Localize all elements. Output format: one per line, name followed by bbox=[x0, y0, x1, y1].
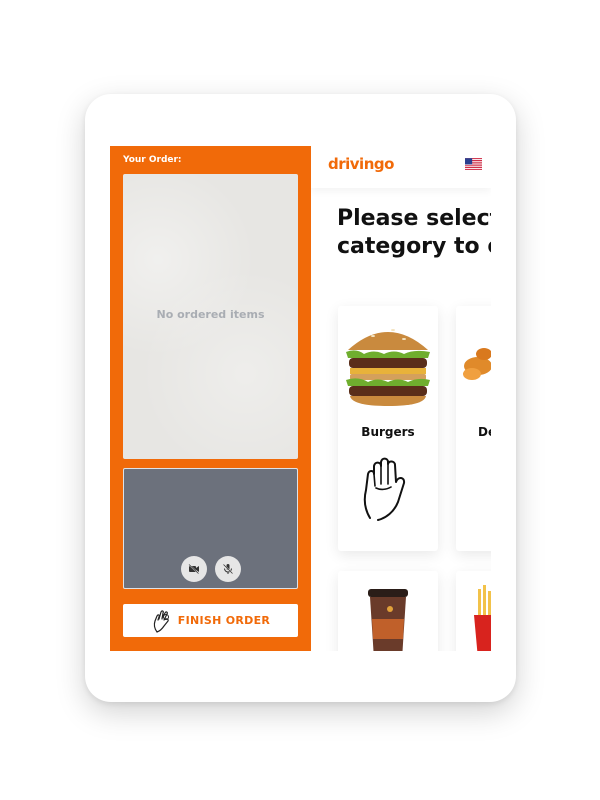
heading-line-2: category to o bbox=[337, 234, 491, 259]
category-card-drinks[interactable] bbox=[338, 571, 438, 651]
empty-order-message: No ordered items bbox=[156, 308, 265, 321]
page-heading: Please select category to o bbox=[337, 205, 491, 261]
hand-ok-sign-icon bbox=[153, 609, 169, 633]
microphone-off-icon bbox=[222, 563, 234, 575]
camera-toggle-button[interactable] bbox=[181, 556, 207, 582]
camera-off-icon bbox=[188, 563, 200, 575]
video-preview bbox=[123, 468, 298, 589]
order-items-list: No ordered items bbox=[123, 174, 298, 459]
category-label-desserts: De bbox=[478, 425, 491, 439]
category-card-fries[interactable] bbox=[456, 571, 491, 651]
finish-order-button[interactable]: FINISH ORDER bbox=[123, 604, 298, 637]
sign-language-hand-icon bbox=[363, 457, 406, 521]
heading-line-1: Please select bbox=[337, 206, 491, 231]
order-title: Your Order: bbox=[123, 155, 182, 165]
fries-image bbox=[474, 585, 491, 651]
top-bar: drivingo bbox=[311, 146, 491, 188]
finish-order-label: FINISH ORDER bbox=[177, 614, 271, 627]
order-panel: Your Order: No ordered items FINISH ORDE… bbox=[110, 146, 311, 651]
nuggets-image bbox=[463, 348, 491, 380]
category-label-burgers: Burgers bbox=[361, 425, 415, 439]
microphone-toggle-button[interactable] bbox=[215, 556, 241, 582]
burger-image bbox=[346, 329, 430, 406]
coffee-cup-image bbox=[368, 589, 408, 651]
us-flag-icon[interactable] bbox=[465, 158, 482, 170]
category-card-burgers[interactable]: Burgers bbox=[338, 306, 438, 551]
brand-logo: drivingo bbox=[328, 155, 394, 173]
app-screen: Your Order: No ordered items FINISH ORDE… bbox=[110, 146, 491, 651]
category-area: drivingo Please select category to o Bur… bbox=[311, 146, 491, 651]
category-card-desserts[interactable]: De bbox=[456, 306, 491, 551]
